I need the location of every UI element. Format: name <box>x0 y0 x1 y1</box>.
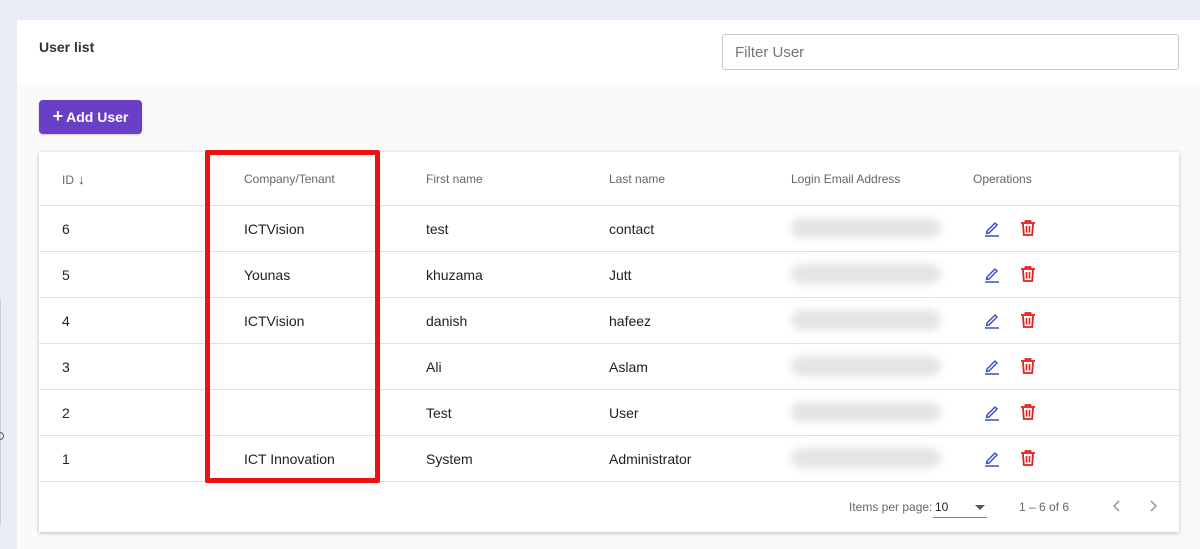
items-per-page-value: 10 <box>935 500 949 514</box>
items-per-page-select[interactable]: 10 <box>933 496 987 518</box>
cell-id: 6 <box>62 221 70 237</box>
pencil-edit-icon <box>985 222 999 237</box>
cell-first-name: test <box>426 221 449 237</box>
edit-user-button[interactable] <box>983 310 1001 330</box>
header-last-name[interactable]: Last name <box>609 172 665 186</box>
cell-id: 2 <box>62 405 70 421</box>
items-per-page-label: Items per page: <box>849 500 933 514</box>
add-user-button[interactable]: + Add User <box>39 100 142 134</box>
trash-icon <box>1021 220 1035 236</box>
paginator: Items per page: 10 1 – 6 of 6 <box>39 482 1179 532</box>
cell-last-name: hafeez <box>609 313 652 329</box>
cell-last-name: User <box>609 405 639 421</box>
cell-first-name: danish <box>426 313 468 329</box>
left-edge-divider <box>0 300 1 525</box>
edit-user-button[interactable] <box>983 356 1001 376</box>
chevron-right-icon <box>1150 500 1158 512</box>
delete-user-button[interactable] <box>1019 356 1037 376</box>
pencil-edit-icon <box>985 452 999 467</box>
edit-user-button[interactable] <box>983 264 1001 284</box>
add-user-label: Add User <box>66 109 129 125</box>
edit-user-button[interactable] <box>983 402 1001 422</box>
trash-icon <box>1021 312 1035 328</box>
cell-id: 1 <box>62 451 70 467</box>
delete-user-button[interactable] <box>1019 448 1037 468</box>
left-edge-handle[interactable] <box>0 432 4 440</box>
header-email[interactable]: Login Email Address <box>791 172 900 186</box>
delete-user-button[interactable] <box>1019 402 1037 422</box>
pencil-edit-icon <box>985 314 999 329</box>
header-id-label: ID <box>62 173 74 187</box>
cell-id: 3 <box>62 359 70 375</box>
delete-user-button[interactable] <box>1019 264 1037 284</box>
trash-icon <box>1021 266 1035 282</box>
previous-page-button[interactable] <box>1105 494 1129 518</box>
email-redacted <box>791 448 941 468</box>
header-first-name[interactable]: First name <box>426 172 483 186</box>
cell-last-name: Aslam <box>609 359 648 375</box>
email-redacted <box>791 402 941 422</box>
delete-user-button[interactable] <box>1019 218 1037 238</box>
cell-last-name: Administrator <box>609 451 692 467</box>
page-range-label: 1 – 6 of 6 <box>1019 500 1070 514</box>
panel-header: User list <box>17 20 1200 84</box>
cell-last-name: Jutt <box>609 267 632 283</box>
cell-first-name: System <box>426 451 473 467</box>
pencil-edit-icon <box>985 360 999 375</box>
pencil-edit-icon <box>985 268 999 283</box>
dropdown-caret-icon <box>975 505 985 510</box>
email-redacted <box>791 356 941 376</box>
email-redacted <box>791 264 941 284</box>
cell-first-name: khuzama <box>426 267 483 283</box>
email-redacted <box>791 218 941 238</box>
edit-user-button[interactable] <box>983 448 1001 468</box>
trash-icon <box>1021 358 1035 374</box>
edit-user-button[interactable] <box>983 218 1001 238</box>
next-page-button[interactable] <box>1141 494 1165 518</box>
cell-first-name: Test <box>426 405 452 421</box>
cell-first-name: Ali <box>426 359 442 375</box>
trash-icon <box>1021 404 1035 420</box>
filter-user-input[interactable] <box>722 34 1179 70</box>
cell-id: 5 <box>62 267 70 283</box>
cell-id: 4 <box>62 313 70 329</box>
email-redacted <box>791 310 941 330</box>
chevron-left-icon <box>1112 500 1120 512</box>
arrow-down-icon: ↓ <box>78 172 85 187</box>
page-title: User list <box>39 39 95 55</box>
pencil-edit-icon <box>985 406 999 421</box>
delete-user-button[interactable] <box>1019 310 1037 330</box>
plus-icon: + <box>52 106 64 126</box>
trash-icon <box>1021 450 1035 466</box>
header-operations: Operations <box>973 172 1032 186</box>
header-id[interactable]: ID ↓ <box>62 172 85 187</box>
user-list-panel: User list + Add User ID↓ Company/Tenant … <box>17 20 1200 549</box>
company-column-highlight <box>205 150 380 483</box>
cell-last-name: contact <box>609 221 655 237</box>
